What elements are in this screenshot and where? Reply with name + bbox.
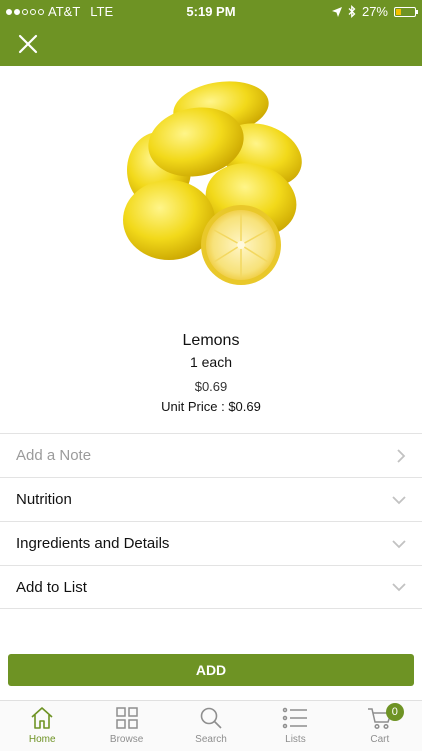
add-note-label: Add a Note [16,447,92,464]
tab-search[interactable]: Search [169,701,253,751]
product-info: Lemons 1 each $0.69 Unit Price : $0.69 [0,332,422,414]
product-options: Add a Note Nutrition Ingredients and Det… [0,433,422,609]
home-icon [31,707,53,729]
ingredients-row[interactable]: Ingredients and Details [0,521,422,565]
tab-lists[interactable]: Lists [253,701,337,751]
tab-search-label: Search [195,734,227,745]
cart-count-badge: 0 [385,703,404,721]
battery-icon [394,6,418,17]
grid-icon [115,707,138,729]
tab-cart[interactable]: 0 Cart [338,701,422,751]
chevron-down-icon [392,583,406,592]
close-button[interactable] [14,30,42,58]
battery-percent: 27% [361,4,388,19]
add-note-row[interactable]: Add a Note [0,433,422,477]
product-price: $0.69 [194,379,228,394]
list-icon [283,707,308,729]
tab-browse-label: Browse [109,734,144,745]
search-icon [200,707,222,729]
unit-price: Unit Price : $0.69 [161,399,261,414]
add-to-list-row[interactable]: Add to List [0,565,422,609]
tab-lists-label: Lists [285,734,306,745]
product-name: Lemons [182,332,240,349]
ingredients-label: Ingredients and Details [16,535,170,552]
add-to-cart-button[interactable]: ADD [8,654,414,686]
chevron-down-icon [392,495,406,504]
location-arrow-icon [331,6,342,17]
tab-home[interactable]: Home [0,701,84,751]
chevron-down-icon [392,539,406,548]
add-to-list-label: Add to List [16,578,87,596]
nutrition-row[interactable]: Nutrition [0,477,422,521]
nutrition-label: Nutrition [16,491,72,508]
product-size: 1 each [189,354,233,370]
chevron-right-icon [397,448,406,463]
tab-cart-label: Cart [370,734,390,745]
close-icon [18,34,38,54]
status-bar: AT&T LTE 5:19 PM 27% [0,0,422,22]
status-right: 27% [331,4,418,19]
tab-home-label: Home [28,734,56,745]
nav-bar [0,22,422,66]
tab-bar: Home Browse Search Lists 0 Cart [0,700,422,751]
bluetooth-icon [348,5,356,18]
product-image [123,81,302,285]
tab-browse[interactable]: Browse [84,701,168,751]
